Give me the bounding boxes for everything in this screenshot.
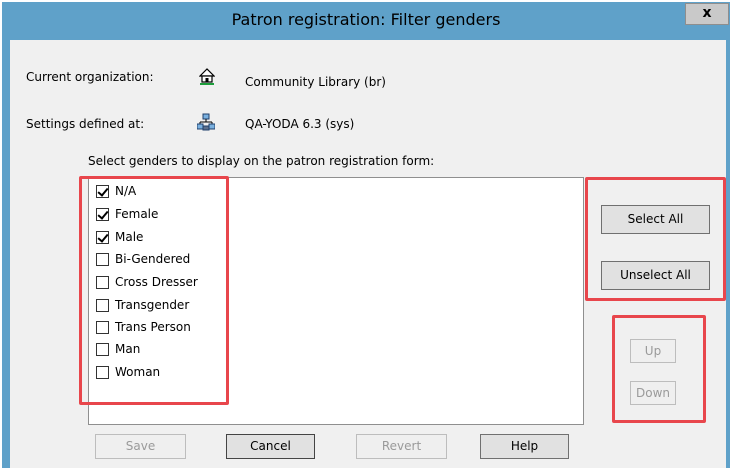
settings-defined-value: QA-YODA 6.3 (sys) bbox=[245, 117, 355, 131]
highlight-select-buttons bbox=[585, 177, 726, 301]
network-icon bbox=[197, 113, 215, 131]
highlight-order-buttons bbox=[612, 315, 706, 423]
window-title: Patron registration: Filter genders bbox=[231, 10, 501, 29]
help-button[interactable]: Help bbox=[480, 434, 569, 459]
save-button[interactable]: Save bbox=[95, 434, 186, 459]
house-icon bbox=[199, 68, 215, 86]
instruction-text: Select genders to display on the patron … bbox=[88, 154, 435, 168]
current-organization-value: Community Library (br) bbox=[245, 75, 386, 89]
highlight-gender-list bbox=[79, 176, 229, 405]
close-button[interactable]: x bbox=[685, 3, 729, 25]
current-organization-label: Current organization: bbox=[26, 70, 154, 84]
revert-button[interactable]: Revert bbox=[356, 434, 447, 459]
cancel-button[interactable]: Cancel bbox=[226, 434, 315, 459]
settings-defined-label: Settings defined at: bbox=[26, 117, 145, 131]
